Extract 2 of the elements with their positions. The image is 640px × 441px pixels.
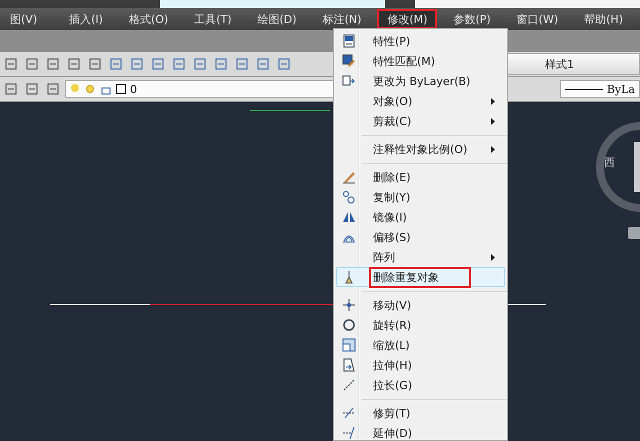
compass-label: 西 [604,155,615,170]
layer-name: 0 [130,82,137,96]
